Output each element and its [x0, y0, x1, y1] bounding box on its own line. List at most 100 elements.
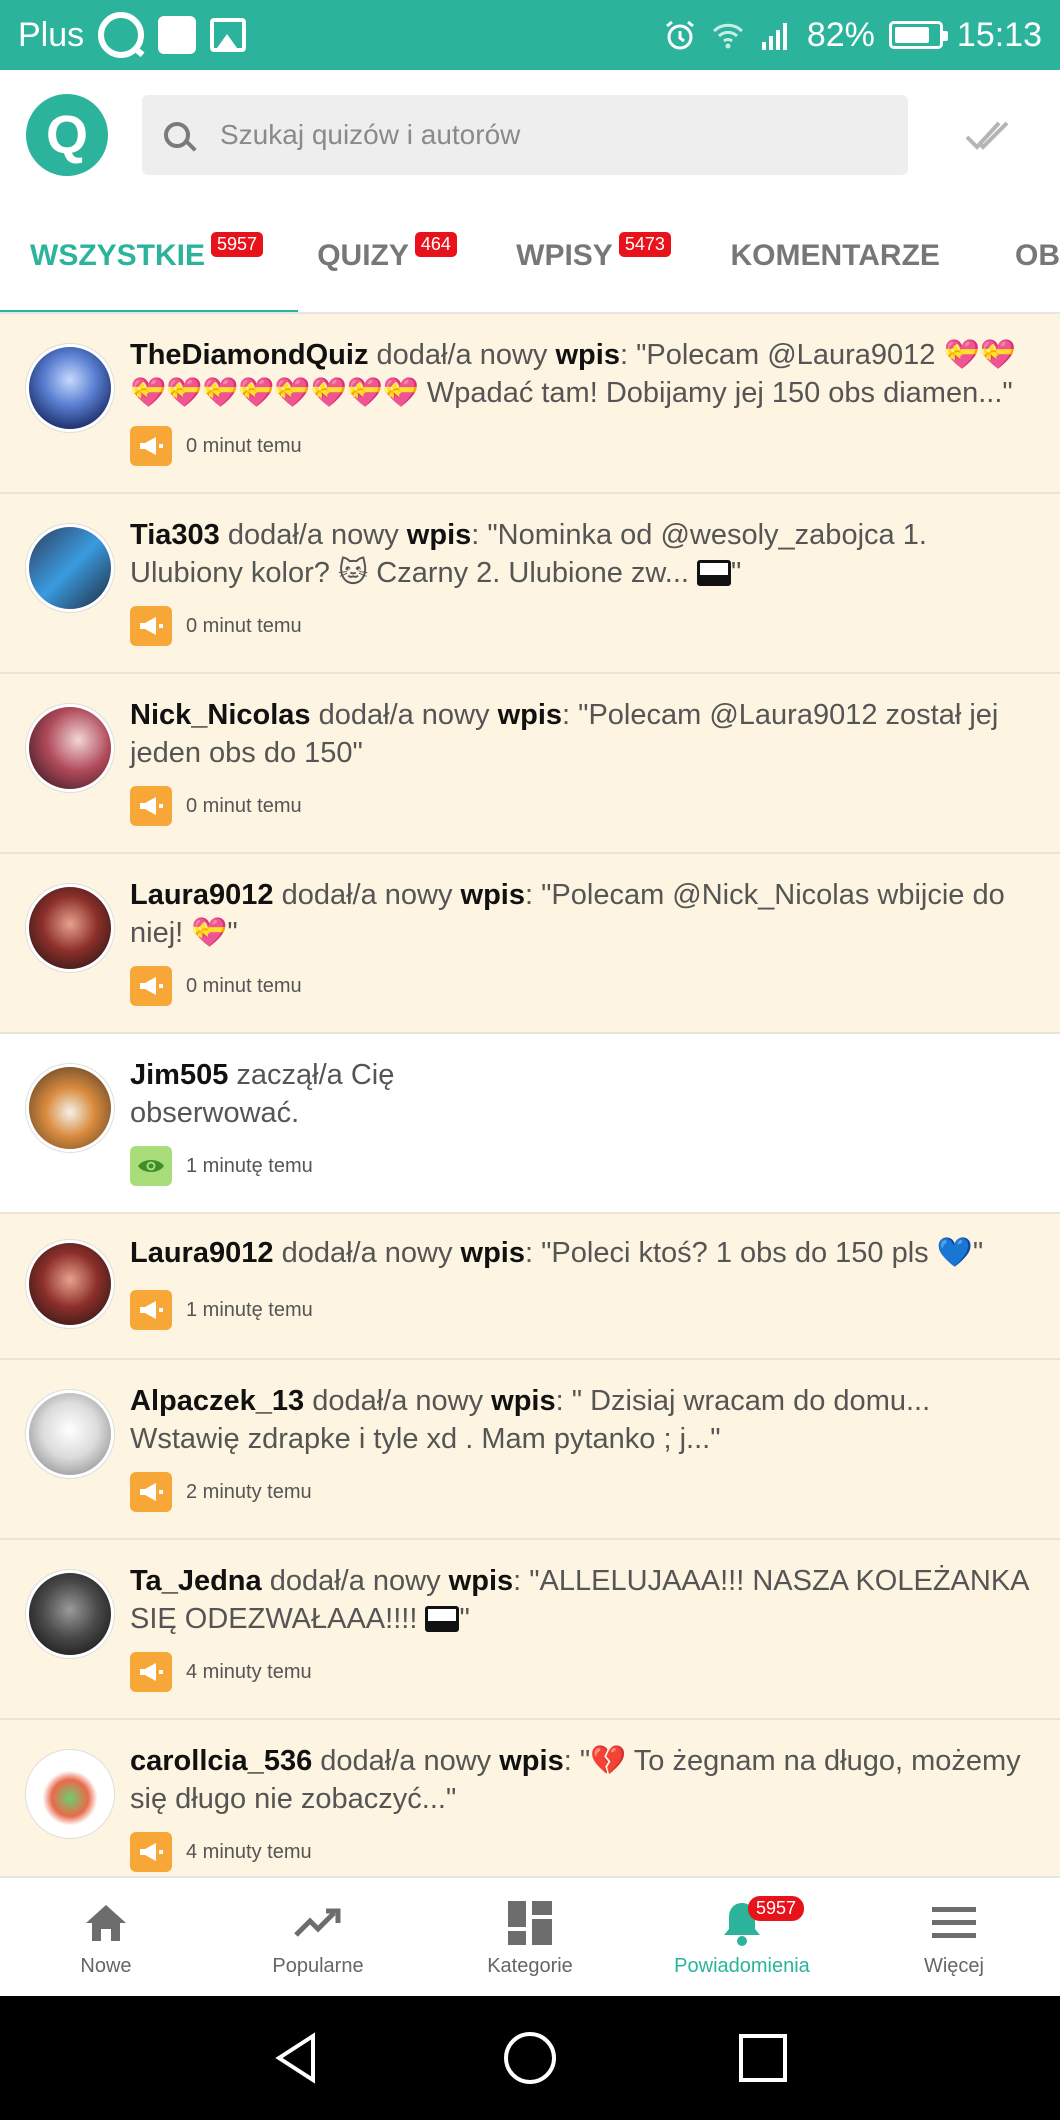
- nav-new[interactable]: Nowe: [0, 1878, 212, 1996]
- avatar[interactable]: [26, 1390, 114, 1478]
- notification-item[interactable]: Alpaczek_13 dodał/a nowy wpis: " Dzisiaj…: [0, 1360, 1060, 1540]
- image-attachment-icon: [697, 560, 732, 586]
- notification-meta: 0 minut temu: [130, 786, 302, 826]
- app-logo-icon[interactable]: Q: [26, 94, 108, 176]
- megaphone-icon: [130, 966, 172, 1006]
- tab-all[interactable]: WSZYSTKIE 5957: [0, 200, 298, 312]
- notification-meta: 1 minutę temu: [130, 1146, 313, 1186]
- notification-text: carollcia_536 dodał/a nowy wpis: "💔 To ż…: [130, 1745, 1021, 1815]
- trending-icon: [294, 1908, 341, 1937]
- notification-feed[interactable]: TheDiamondQuiz dodał/a nowy wpis: "Polec…: [0, 314, 1060, 1876]
- tab-label: KOMENTARZE: [730, 239, 940, 272]
- notification-meta: 2 minuty temu: [130, 1472, 312, 1512]
- battery-percent: 82%: [806, 15, 875, 54]
- nav-notifications[interactable]: Powiadomienia 5957: [636, 1878, 848, 1996]
- timestamp: 4 minuty temu: [186, 1840, 312, 1863]
- menu-icon: [932, 1906, 976, 1938]
- nav-label: Popularne: [272, 1954, 364, 1977]
- avatar[interactable]: [26, 344, 114, 432]
- username[interactable]: Tia303: [130, 519, 220, 551]
- notification-item[interactable]: Tia303 dodał/a nowy wpis: "Nominka od @w…: [0, 494, 1060, 674]
- notification-square-icon: [158, 16, 197, 54]
- status-bar: Plus 82% 15:13: [0, 0, 1060, 70]
- username[interactable]: Jim505: [130, 1059, 228, 1091]
- tab-posts[interactable]: WPISY 5473: [486, 200, 698, 312]
- grid-icon: [508, 1900, 552, 1945]
- notification-text: Jim505 zaczął/a Cię obserwować.: [130, 1059, 395, 1129]
- timestamp: 1 minutę temu: [186, 1298, 313, 1321]
- nav-label: Nowe: [80, 1954, 132, 1977]
- notification-item[interactable]: TheDiamondQuiz dodał/a nowy wpis: "Polec…: [0, 314, 1060, 494]
- clock: 15:13: [956, 15, 1042, 54]
- nav-popular[interactable]: Popularne: [212, 1878, 424, 1996]
- avatar[interactable]: [26, 1570, 114, 1658]
- search-input[interactable]: [220, 119, 820, 151]
- avatar[interactable]: [26, 1240, 114, 1328]
- avatar[interactable]: [26, 1064, 114, 1152]
- notification-item[interactable]: Jim505 zaczął/a Cię obserwować. 1 minutę…: [0, 1034, 1060, 1214]
- notification-text: Alpaczek_13 dodał/a nowy wpis: " Dzisiaj…: [130, 1385, 931, 1455]
- battery-icon: [888, 21, 948, 49]
- system-navigation-bar: [0, 1996, 1060, 2120]
- quiz-app-notification-icon: [98, 12, 145, 58]
- notification-text: Nick_Nicolas dodał/a nowy wpis: "Polecam…: [130, 699, 999, 769]
- megaphone-icon: [130, 1652, 172, 1692]
- megaphone-icon: [130, 1472, 172, 1512]
- eye-icon: [130, 1146, 172, 1186]
- app-header: Q: [0, 70, 1060, 200]
- search-bar[interactable]: [142, 95, 908, 175]
- avatar[interactable]: [26, 884, 114, 972]
- notification-item[interactable]: Laura9012 dodał/a nowy wpis: "Poleci kto…: [0, 1214, 1060, 1360]
- blue-heart-emoji-icon: 💙: [936, 1237, 973, 1269]
- username[interactable]: Ta_Jedna: [130, 1565, 262, 1597]
- tab-badge: 5957: [211, 231, 264, 257]
- tab-quizzes[interactable]: QUIZY 464: [287, 200, 486, 312]
- notification-item[interactable]: Laura9012 dodał/a nowy wpis: "Polecam @N…: [0, 854, 1060, 1034]
- avatar[interactable]: [26, 704, 114, 792]
- username[interactable]: carollcia_536: [130, 1745, 312, 1777]
- notification-meta: 0 minut temu: [130, 966, 302, 1006]
- notification-tabs: WSZYSTKIE 5957 QUIZY 464 WPISY 5473 KOME…: [0, 200, 1060, 314]
- image-attachment-icon: [425, 1606, 460, 1632]
- back-icon[interactable]: [269, 2030, 325, 2086]
- notification-text: Laura9012 dodał/a nowy wpis: "Polecam @N…: [130, 879, 1005, 949]
- nav-label: Więcej: [923, 1954, 984, 1977]
- wifi-icon: [712, 23, 743, 49]
- tab-comments[interactable]: KOMENTARZE: [699, 200, 958, 312]
- nav-label: Kategorie: [487, 1954, 573, 1977]
- timestamp: 0 minut temu: [186, 974, 302, 997]
- timestamp: 1 minutę temu: [186, 1154, 313, 1177]
- username[interactable]: Nick_Nicolas: [130, 699, 311, 731]
- tab-label: WSZYSTKIE: [30, 239, 206, 272]
- avatar[interactable]: [26, 524, 114, 612]
- notification-item[interactable]: Ta_Jedna dodał/a nowy wpis: "ALLELUJAAA!…: [0, 1540, 1060, 1720]
- broken-heart-emoji-icon: 💔: [590, 1745, 627, 1777]
- gallery-notification-icon: [210, 18, 247, 52]
- username[interactable]: Laura9012: [130, 1237, 274, 1269]
- timestamp: 0 minut temu: [186, 614, 302, 637]
- username[interactable]: Laura9012: [130, 879, 274, 911]
- notification-item[interactable]: Nick_Nicolas dodał/a nowy wpis: "Polecam…: [0, 674, 1060, 854]
- tab-followers[interactable]: OB: [957, 200, 1060, 312]
- home-circle-icon[interactable]: [502, 2030, 558, 2086]
- tab-label: QUIZY: [317, 239, 409, 272]
- tab-badge: 464: [414, 231, 457, 257]
- notification-item[interactable]: carollcia_536 dodał/a nowy wpis: "💔 To ż…: [0, 1720, 1060, 1876]
- megaphone-icon: [130, 606, 172, 646]
- signal-icon: [761, 23, 787, 50]
- nav-categories[interactable]: Kategorie: [424, 1878, 636, 1996]
- notification-meta: 4 minuty temu: [130, 1652, 312, 1692]
- nav-more[interactable]: Więcej: [848, 1878, 1060, 1996]
- username[interactable]: TheDiamondQuiz: [130, 339, 368, 371]
- bottom-navigation: Nowe Popularne Kategorie Powiadomienia 5…: [0, 1876, 1060, 1996]
- megaphone-icon: [130, 426, 172, 466]
- tab-label: WPISY: [516, 239, 613, 272]
- mark-all-read-button[interactable]: [958, 105, 1018, 165]
- notification-meta: 1 minutę temu: [130, 1290, 313, 1330]
- megaphone-icon: [130, 786, 172, 826]
- recents-icon[interactable]: [735, 2030, 791, 2086]
- home-icon: [86, 1904, 126, 1941]
- username[interactable]: Alpaczek_13: [130, 1385, 304, 1417]
- avatar[interactable]: [26, 1750, 114, 1838]
- timestamp: 0 minut temu: [186, 794, 302, 817]
